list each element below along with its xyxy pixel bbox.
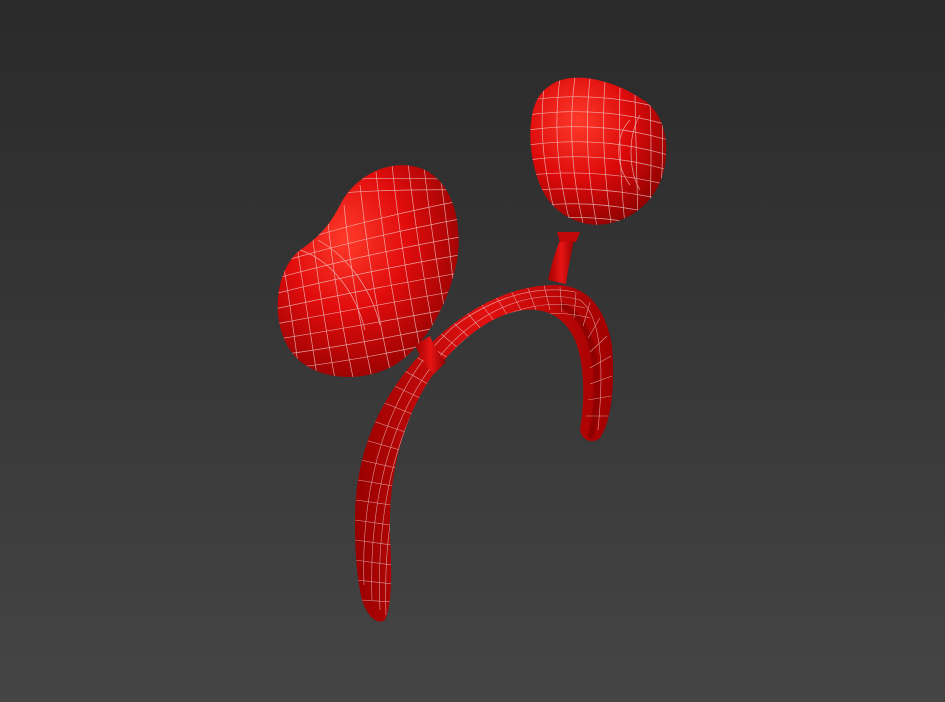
3d-viewport[interactable] [0, 0, 945, 702]
right-stem [548, 232, 580, 284]
heart-headband-model[interactable] [0, 0, 945, 702]
right-heart-ornament [530, 77, 667, 225]
